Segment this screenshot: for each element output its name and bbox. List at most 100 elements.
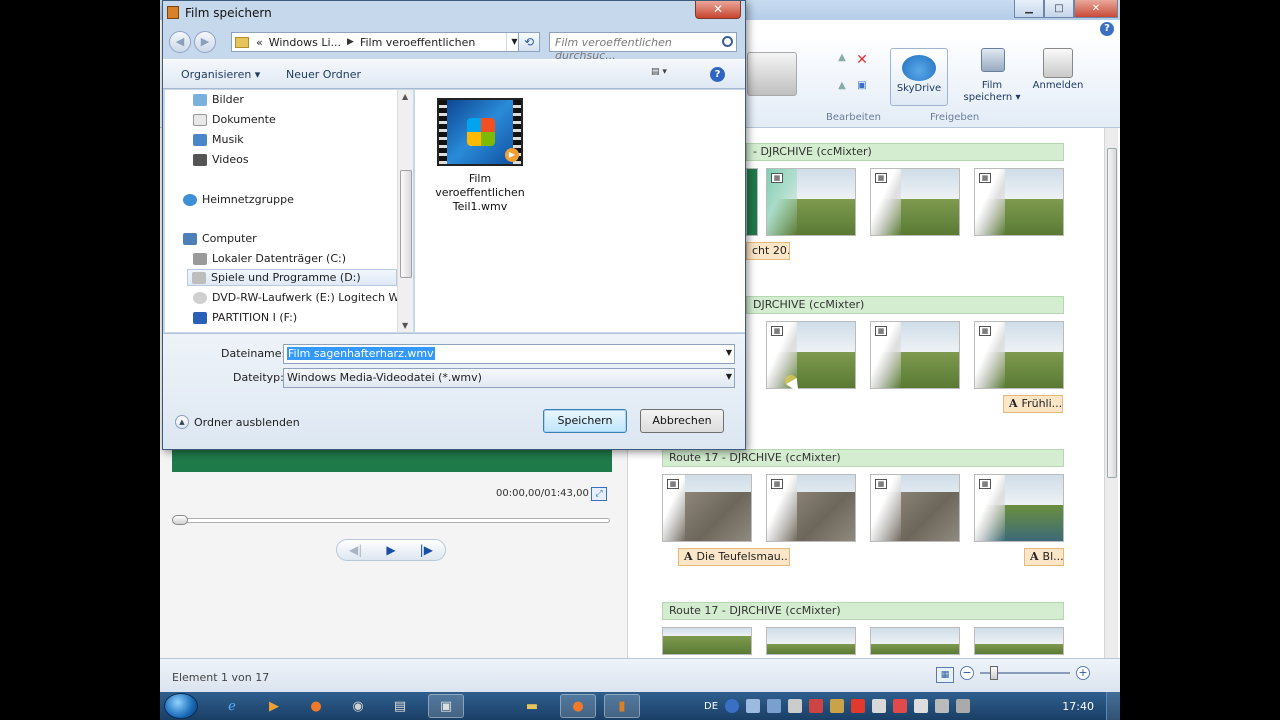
- skydrive-button[interactable]: SkyDrive: [890, 48, 948, 106]
- chevron-down-icon[interactable]: ▼: [726, 348, 732, 357]
- filetype-select[interactable]: Windows Media-Videodatei (*.wmv) ▼: [283, 368, 735, 388]
- tray-app-icon[interactable]: [893, 699, 908, 713]
- refresh-button[interactable]: ⟲: [518, 32, 540, 52]
- fullscreen-icon[interactable]: ⤢: [591, 487, 607, 501]
- breadcrumb-separator-icon[interactable]: ▶: [344, 37, 357, 47]
- new-folder-button[interactable]: Neuer Ordner: [286, 68, 361, 81]
- breadcrumb-overflow[interactable]: «: [253, 36, 266, 49]
- nav-item-dvd-e[interactable]: DVD-RW-Laufwerk (E:) Logitech Web: [193, 291, 412, 304]
- organize-button[interactable]: Organisieren ▾: [181, 68, 260, 81]
- help-tray-icon[interactable]: [725, 699, 740, 713]
- select-all-icon[interactable]: ▣: [854, 80, 870, 91]
- clip-thumbnail[interactable]: ▦: [974, 168, 1064, 236]
- play-icon[interactable]: ▶: [386, 543, 395, 557]
- breadcrumb-item[interactable]: Windows Li...: [266, 36, 344, 49]
- hide-folders-toggle[interactable]: ▲ Ordner ausblenden: [175, 415, 300, 429]
- chevron-down-icon[interactable]: ▼: [726, 372, 732, 381]
- caption-chip[interactable]: A Die Teufelsmau...: [678, 548, 790, 566]
- seek-bar[interactable]: [174, 518, 610, 523]
- filename-input[interactable]: Film sagenhafterharz.wmv ▼: [283, 344, 735, 364]
- clip-thumbnail[interactable]: ▦: [870, 168, 960, 236]
- zoom-slider-thumb[interactable]: [990, 666, 998, 680]
- nav-item-drive-d[interactable]: Spiele und Programme (D:): [187, 269, 397, 286]
- music-track-2[interactable]: DJRCHIVE (ccMixter): [746, 296, 1064, 314]
- firefox-window-icon[interactable]: ●: [560, 694, 596, 718]
- next-frame-icon[interactable]: |▶: [420, 543, 433, 557]
- clip-thumbnail[interactable]: [974, 627, 1064, 655]
- moviemaker-taskbar-icon[interactable]: ▮: [604, 694, 640, 718]
- music-track-3[interactable]: Route 17 - DJRCHIVE (ccMixter): [662, 449, 1064, 467]
- nav-item-drive-c[interactable]: Lokaler Datenträger (C:): [193, 252, 346, 265]
- app-icon[interactable]: ◉: [340, 694, 376, 718]
- back-button[interactable]: ◀: [169, 31, 191, 53]
- network-icon[interactable]: [935, 699, 950, 713]
- clock[interactable]: 17:40: [1062, 700, 1094, 713]
- sign-in-button[interactable]: Anmelden: [1032, 48, 1084, 91]
- nav-item-music[interactable]: Musik: [193, 133, 244, 146]
- save-app-icon[interactable]: ▣: [428, 694, 464, 718]
- clip-thumbnail[interactable]: [766, 627, 856, 655]
- tray-app-icon[interactable]: [788, 699, 803, 713]
- nav-item-documents[interactable]: Dokumente: [193, 113, 276, 126]
- media-player-icon[interactable]: ▶: [256, 694, 292, 718]
- volume-icon[interactable]: [956, 699, 971, 713]
- language-indicator[interactable]: DE: [704, 701, 718, 712]
- caption-chip[interactable]: cht 20...: [746, 242, 790, 260]
- clip-thumbnail[interactable]: ▦: [974, 474, 1064, 542]
- zoom-in-icon[interactable]: +: [1076, 666, 1090, 680]
- start-button[interactable]: [164, 693, 198, 719]
- scroll-up-icon[interactable]: ▲: [402, 92, 408, 101]
- previous-frame-icon[interactable]: ◀|: [349, 543, 362, 557]
- help-button[interactable]: ?: [710, 67, 725, 82]
- tray-app-icon[interactable]: [767, 699, 782, 713]
- dialog-close-button[interactable]: ✕: [695, 1, 741, 19]
- view-options-button[interactable]: ▤ ▾: [651, 67, 685, 83]
- save-button[interactable]: Speichern: [543, 409, 627, 433]
- breadcrumb-item[interactable]: Film veroeffentlichen: [357, 36, 478, 49]
- search-icon[interactable]: [722, 36, 733, 47]
- maximize-button[interactable]: □: [1044, 0, 1074, 18]
- action-center-icon[interactable]: [914, 699, 929, 713]
- clip-current[interactable]: [746, 168, 758, 236]
- scrollbar-thumb[interactable]: [400, 170, 412, 278]
- notepad-icon[interactable]: ▤: [382, 694, 418, 718]
- scroll-down-icon[interactable]: ▼: [402, 321, 408, 330]
- storyboard-scrollbar[interactable]: [1104, 128, 1118, 658]
- music-track-1[interactable]: - DJRCHIVE (ccMixter): [746, 143, 1064, 161]
- keyboard-icon[interactable]: [746, 699, 761, 713]
- dialog-titlebar[interactable]: Film speichern ✕: [163, 1, 745, 25]
- nav-item-pictures[interactable]: Bilder: [193, 93, 244, 106]
- close-button[interactable]: ✕: [1074, 0, 1118, 18]
- zoom-slider[interactable]: [980, 666, 1070, 680]
- clip-thumbnail[interactable]: ▦: [870, 321, 960, 389]
- music-track-4[interactable]: Route 17 - DJRCHIVE (ccMixter): [662, 602, 1064, 620]
- caption-chip[interactable]: A Bl...: [1024, 548, 1064, 566]
- clip-thumbnail[interactable]: [662, 627, 752, 655]
- save-movie-button[interactable]: [978, 48, 1008, 74]
- zoom-out-icon[interactable]: −: [960, 666, 974, 680]
- address-bar[interactable]: « Windows Li... ▶ Film veroeffentlichen …: [231, 32, 523, 52]
- nav-item-partition-f[interactable]: PARTITION I (F:): [193, 311, 297, 324]
- thumbnail-size-icon[interactable]: ▦: [936, 667, 954, 683]
- antivirus-icon[interactable]: [809, 699, 824, 713]
- nav-item-videos[interactable]: Videos: [193, 153, 249, 166]
- clip-thumbnail[interactable]: ▦: [870, 474, 960, 542]
- nav-item-homegroup[interactable]: Heimnetzgruppe: [183, 193, 294, 206]
- search-input[interactable]: Film veroeffentlichen durchsuc...: [549, 32, 737, 62]
- delete-icon[interactable]: ✕: [854, 52, 870, 68]
- clip-thumbnail[interactable]: ▦: [974, 321, 1064, 389]
- tray-app-icon[interactable]: [851, 699, 866, 713]
- clip-thumbnail[interactable]: ▦: [766, 321, 856, 389]
- scrollbar-thumb[interactable]: [1107, 148, 1117, 478]
- clip-thumbnail[interactable]: ▦: [766, 474, 856, 542]
- caption-chip[interactable]: A Frühli...: [1003, 395, 1063, 413]
- clip-thumbnail[interactable]: ▦: [766, 168, 856, 236]
- nav-item-computer[interactable]: Computer: [183, 232, 257, 245]
- show-desktop-button[interactable]: [1106, 692, 1120, 720]
- ie-icon[interactable]: ℯ: [214, 694, 250, 718]
- navigation-scrollbar[interactable]: ▲ ▼: [397, 90, 413, 332]
- forward-button[interactable]: ▶: [194, 31, 216, 53]
- file-item[interactable]: ▶ Film veroeffentlichen Teil1.wmv: [435, 98, 525, 214]
- explorer-icon[interactable]: ▬: [514, 694, 550, 718]
- rotate-right-icon[interactable]: ▲: [832, 80, 852, 91]
